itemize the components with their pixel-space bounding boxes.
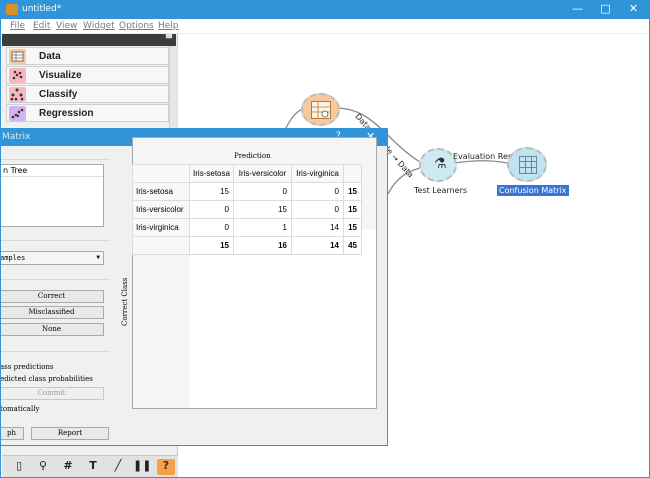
grid-icon[interactable]: # bbox=[59, 459, 77, 475]
column-header: Iris-versicolor bbox=[233, 164, 292, 183]
matrix-cell[interactable]: 0 bbox=[189, 200, 234, 219]
matrix-cell[interactable]: 0 bbox=[291, 200, 344, 219]
table-empty-area bbox=[190, 229, 376, 408]
text-icon[interactable]: T bbox=[84, 459, 102, 475]
table-corner bbox=[132, 164, 190, 183]
matrix-cell[interactable]: 15 bbox=[189, 182, 234, 201]
divider bbox=[0, 351, 110, 352]
matrix-cell[interactable]: 0 bbox=[233, 182, 292, 201]
row-header: Iris-versicolor bbox=[132, 200, 190, 219]
test-learners-label: Test Learners bbox=[414, 186, 468, 195]
dialog-title: Matrix bbox=[2, 132, 31, 142]
divider bbox=[0, 159, 110, 160]
confusion-matrix-label[interactable]: Confusion Matrix bbox=[497, 185, 569, 196]
output-dropdown[interactable]: amples ▼ bbox=[0, 251, 104, 265]
flask-icon: ⚗ bbox=[434, 156, 447, 172]
matrix-grid-icon bbox=[519, 156, 537, 174]
learner-item[interactable]: n Tree bbox=[0, 165, 103, 177]
correct-class-axis-label: Correct Class bbox=[121, 277, 129, 326]
help-icon[interactable]: ? bbox=[157, 459, 175, 475]
column-total: 16 bbox=[233, 236, 292, 255]
option-class-predictions[interactable]: ass predictions bbox=[0, 363, 54, 371]
file-icon bbox=[311, 101, 331, 119]
prediction-axis-label: Prediction bbox=[234, 152, 271, 160]
file-widget-node[interactable] bbox=[301, 93, 340, 126]
column-header: Iris-setosa bbox=[189, 164, 234, 183]
matrix-cell[interactable]: 15 bbox=[233, 200, 292, 219]
select-misclassified-button[interactable]: Misclassified bbox=[0, 306, 104, 319]
chevron-down-icon: ▼ bbox=[96, 254, 100, 261]
row-header: Iris-setosa bbox=[132, 182, 190, 201]
matrix-cell[interactable]: 0 bbox=[291, 182, 344, 201]
table-corner bbox=[132, 236, 190, 255]
divider bbox=[0, 279, 110, 280]
row-header: Iris-virginica bbox=[132, 218, 190, 237]
option-class-probabilities[interactable]: edicted class probabilities bbox=[0, 375, 93, 383]
grand-total: 45 bbox=[343, 236, 362, 255]
report-button[interactable]: Report bbox=[31, 427, 109, 440]
pause-icon[interactable]: ❚❚ bbox=[133, 459, 151, 475]
option-commit-automatically[interactable]: tomatically bbox=[0, 405, 39, 413]
select-correct-button[interactable]: Correct bbox=[0, 290, 104, 303]
document-icon[interactable]: ▯ bbox=[10, 459, 28, 475]
confusion-matrix-node[interactable] bbox=[507, 147, 547, 182]
test-learners-node[interactable]: ⚗ bbox=[419, 148, 457, 182]
select-none-button[interactable]: None bbox=[0, 323, 104, 336]
pen-icon[interactable]: ╱ bbox=[109, 459, 127, 475]
row-total: 15 bbox=[343, 218, 362, 237]
column-total: 14 bbox=[291, 236, 344, 255]
search-icon[interactable]: ⚲ bbox=[34, 459, 52, 475]
table-corner bbox=[343, 164, 362, 183]
column-total: 15 bbox=[189, 236, 234, 255]
commit-button[interactable]: Commit bbox=[0, 387, 104, 400]
divider bbox=[0, 240, 110, 241]
save-graph-button[interactable]: ph bbox=[0, 427, 24, 440]
learners-list[interactable]: n Tree bbox=[0, 164, 104, 227]
matrix-cell[interactable]: 0 bbox=[189, 218, 234, 237]
matrix-cell[interactable]: 14 bbox=[291, 218, 344, 237]
row-total: 15 bbox=[343, 200, 362, 219]
row-total: 15 bbox=[343, 182, 362, 201]
matrix-cell[interactable]: 1 bbox=[233, 218, 292, 237]
canvas-toolbar: ▯ ⚲ # T ╱ ❚❚ ? bbox=[2, 455, 178, 477]
column-header: Iris-virginica bbox=[291, 164, 344, 183]
confusion-matrix-table: Iris-setosa Iris-versicolor Iris-virgini… bbox=[132, 164, 362, 255]
output-dropdown-value: amples bbox=[0, 254, 26, 262]
